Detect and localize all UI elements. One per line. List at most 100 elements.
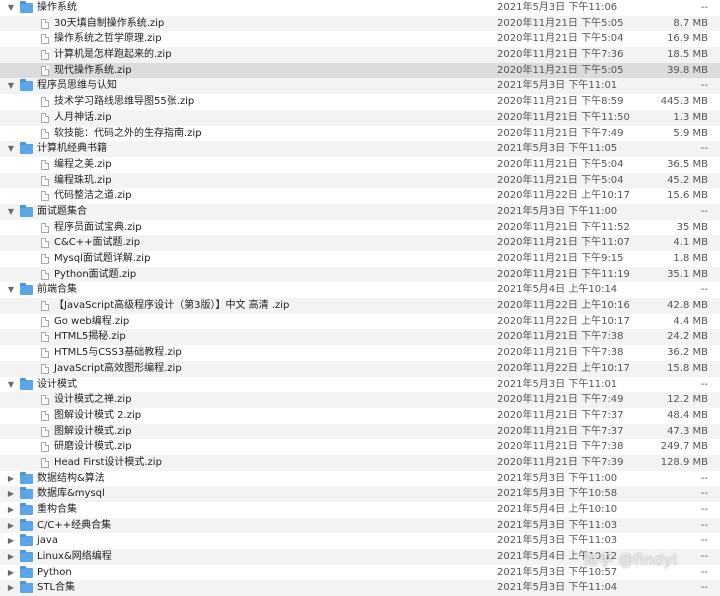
item-size: -- xyxy=(700,205,708,217)
item-date: 2021年5月3日 下午11:01 xyxy=(497,378,618,390)
item-name: 操作系统 xyxy=(37,2,77,13)
item-date: 2020年11月21日 下午9:15 xyxy=(497,253,624,264)
item-size: -- xyxy=(700,519,708,531)
file-icon xyxy=(41,97,49,108)
file-row[interactable]: 编程珠玑.zip 2020年11月21日 下午5:04 45.2 MB xyxy=(0,172,720,189)
disclosure-collapsed-icon[interactable]: ▶ xyxy=(6,471,16,487)
item-date: 2021年5月3日 下午10:58 xyxy=(497,488,618,500)
file-row[interactable]: 代码整洁之道.zip 2020年11月22日 上午10:17 15.6 MB xyxy=(0,188,720,204)
item-date: 2020年11月22日 上午10:16 xyxy=(497,300,630,312)
file-row[interactable]: Mysql面试题详解.zip 2020年11月21日 下午9:15 1.8 MB xyxy=(0,251,720,267)
file-icon xyxy=(41,34,49,45)
item-name: 计算机经典书籍 xyxy=(37,143,107,155)
disclosure-expanded-icon[interactable]: ▼ xyxy=(6,141,16,157)
folder-row[interactable]: ▼ 计算机经典书籍 2021年5月3日 下午11:05 -- xyxy=(0,141,720,157)
item-name: 设计模式 xyxy=(37,378,77,390)
disclosure-expanded-icon[interactable]: ▼ xyxy=(6,78,16,94)
file-icon xyxy=(41,363,49,374)
file-icon xyxy=(41,269,49,280)
item-date: 2020年11月21日 下午11:50 xyxy=(497,111,630,123)
item-size: -- xyxy=(700,582,708,594)
folder-row[interactable]: ▼ 面试题集合 2021年5月3日 下午11:00 -- xyxy=(0,203,720,220)
folder-icon xyxy=(20,581,33,594)
folder-icon xyxy=(20,518,33,531)
file-row[interactable]: 图解设计模式.zip 2020年11月21日 下午7:37 47.3 MB xyxy=(0,423,720,440)
file-row[interactable]: Python面试题.zip 2020年11月21日 下午11:19 35.1 MB xyxy=(0,266,720,283)
item-size: -- xyxy=(700,551,708,563)
disclosure-collapsed-icon[interactable]: ▶ xyxy=(6,502,16,518)
item-name: 代码整洁之道.zip xyxy=(54,190,132,202)
item-date: 2021年5月4日 上午10:10 xyxy=(497,504,618,515)
folder-row[interactable]: ▶ 重构合集 2021年5月4日 上午10:10 -- xyxy=(0,502,720,518)
file-row[interactable]: 【JavaScript高级程序设计（第3版）】中文 高清 .zip 2020年11… xyxy=(0,298,720,314)
item-name: 重构合集 xyxy=(37,504,77,515)
disclosure-collapsed-icon[interactable]: ▶ xyxy=(6,518,16,534)
file-icon xyxy=(41,426,49,437)
folder-row[interactable]: ▼ 操作系统 2021年5月3日 下午11:06 -- xyxy=(0,0,720,16)
disclosure-expanded-icon[interactable]: ▼ xyxy=(6,282,16,298)
disclosure-collapsed-icon[interactable]: ▶ xyxy=(6,580,16,596)
item-date: 2021年5月4日 上午10:14 xyxy=(497,284,618,296)
folder-row[interactable]: ▶ java 2021年5月3日 下午11:03 -- xyxy=(0,533,720,549)
item-name: 编程之美.zip xyxy=(54,158,112,170)
file-row[interactable]: C&C++面试题.zip 2020年11月21日 下午11:07 4.1 MB xyxy=(0,235,720,251)
folder-row[interactable]: ▼ 设计模式 2021年5月3日 下午11:01 -- xyxy=(0,377,720,393)
item-size: 35 MB xyxy=(676,221,708,233)
file-row[interactable]: 技术学习路线思维导图55张.zip 2020年11月21日 下午8:59 445.3… xyxy=(0,94,720,110)
file-row[interactable]: 图解设计模式 2.zip 2020年11月21日 下午7:37 48.4 MB xyxy=(0,408,720,424)
file-icon xyxy=(41,191,49,202)
file-row[interactable]: 30天填自制操作系统.zip 2020年11月21日 下午5:05 8.7 MB xyxy=(0,15,720,32)
disclosure-expanded-icon[interactable]: ▼ xyxy=(6,377,16,393)
item-date: 2021年5月3日 下午11:03 xyxy=(497,519,618,531)
file-icon xyxy=(41,301,49,312)
folder-row[interactable]: ▶ STL合集 2021年5月3日 下午11:04 -- xyxy=(0,580,720,596)
item-name: Go web编程.zip xyxy=(54,315,130,327)
disclosure-collapsed-icon[interactable]: ▶ xyxy=(6,549,16,565)
file-row[interactable]: 现代操作系统.zip 2020年11月21日 下午5:05 39.8 MB xyxy=(0,62,720,79)
item-size: 42.8 MB xyxy=(667,300,708,312)
file-row[interactable]: 软技能：代码之外的生存指南.zip 2020年11月21日 下午7:49 5.9 M… xyxy=(0,126,720,142)
disclosure-collapsed-icon[interactable]: ▶ xyxy=(6,533,16,549)
file-row[interactable]: 设计模式之禅.zip 2020年11月21日 下午7:49 12.2 MB xyxy=(0,392,720,408)
item-size: -- xyxy=(700,143,708,155)
file-row[interactable]: 操作系统之哲学原理.zip 2020年11月21日 下午5:04 16.9 MB xyxy=(0,31,720,47)
folder-icon xyxy=(20,79,33,92)
file-row[interactable]: 计算机是怎样跑起来的.zip 2020年11月21日 下午7:36 18.5 MB xyxy=(0,47,720,63)
file-icon xyxy=(41,395,49,406)
file-row[interactable]: HTML5与CSS3基础教程.zip 2020年11月21日 下午7:38 36.2… xyxy=(0,345,720,361)
folder-icon xyxy=(20,283,33,296)
folder-row[interactable]: ▼ 前端合集 2021年5月4日 上午10:14 -- xyxy=(0,282,720,298)
file-row[interactable]: Go web编程.zip 2020年11月22日 上午10:17 4.4 MB xyxy=(0,314,720,330)
file-row[interactable]: 研磨设计模式.zip 2020年11月21日 下午7:38 249.7 MB xyxy=(0,439,720,455)
disclosure-expanded-icon[interactable]: ▼ xyxy=(6,0,16,16)
item-date: 2020年11月22日 上午10:17 xyxy=(497,190,630,202)
folder-row[interactable]: ▶ C/C++经典合集 2021年5月3日 下午11:03 -- xyxy=(0,517,720,534)
item-size: -- xyxy=(700,535,708,547)
item-name: Head First设计模式.zip xyxy=(54,456,162,468)
item-name: 前端合集 xyxy=(37,284,77,296)
item-size: 249.7 MB xyxy=(660,441,708,453)
file-icon xyxy=(41,410,49,421)
folder-row[interactable]: ▼ 程序员思维与认知 2021年5月3日 下午11:01 -- xyxy=(0,78,720,95)
item-date: 2020年11月22日 上午10:17 xyxy=(497,362,630,374)
item-name: 数据库&mysql xyxy=(37,488,105,500)
file-row[interactable]: 编程之美.zip 2020年11月21日 下午5:04 36.5 MB xyxy=(0,157,720,173)
file-row[interactable]: 程序员面试宝典.zip 2020年11月21日 下午11:52 35 MB xyxy=(0,220,720,236)
item-size: 15.6 MB xyxy=(667,190,708,202)
folder-row[interactable]: ▶ 数据库&mysql 2021年5月3日 下午10:58 -- xyxy=(0,486,720,502)
folder-row[interactable]: ▶ 数据结构&算法 2021年5月3日 下午11:00 -- xyxy=(0,471,720,487)
item-size: 35.1 MB xyxy=(667,268,708,280)
folder-icon xyxy=(20,471,33,484)
disclosure-collapsed-icon[interactable]: ▶ xyxy=(6,486,16,502)
file-row[interactable]: 人月神话.zip 2020年11月21日 下午11:50 1.3 MB xyxy=(0,109,720,126)
file-row[interactable]: Head First设计模式.zip 2020年11月21日 下午7:39 128.… xyxy=(0,454,720,471)
disclosure-expanded-icon[interactable]: ▼ xyxy=(6,204,16,220)
disclosure-collapsed-icon[interactable]: ▶ xyxy=(6,565,16,581)
item-name: java xyxy=(37,535,58,547)
file-row[interactable]: HTML5揭秘.zip 2020年11月21日 下午7:38 24.2 MB xyxy=(0,329,720,346)
file-row[interactable]: JavaScript高效图形编程.zip 2020年11月22日 上午10:17 1… xyxy=(0,360,720,377)
file-icon xyxy=(41,457,49,468)
item-name: 现代操作系统.zip xyxy=(54,64,132,76)
folder-icon xyxy=(20,487,33,500)
item-date: 2020年11月21日 下午5:04 xyxy=(497,174,624,186)
